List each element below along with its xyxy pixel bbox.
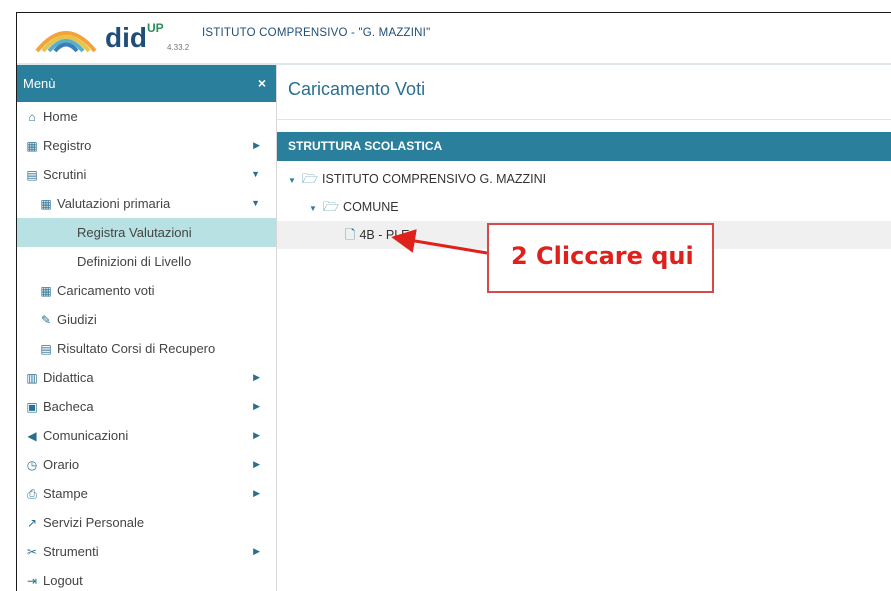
grid-icon: ▦	[40, 284, 52, 298]
sidebar-item-stampe[interactable]: ⎙ Stampe ▶	[17, 479, 276, 508]
chevron-right-icon: ▶	[253, 140, 260, 150]
sidebar-item-comunicazioni[interactable]: ◀ Comunicazioni ▶	[17, 421, 276, 450]
section-header: STRUTTURA SCOLASTICA	[277, 132, 891, 161]
logout-icon: ⇥	[26, 574, 38, 588]
sidebar-item-giudizi[interactable]: ✎ Giudizi	[17, 305, 276, 334]
home-icon: ⌂	[28, 110, 36, 124]
instruction-callout: 2 Cliccare qui	[487, 223, 714, 293]
page-title: Caricamento Voti	[288, 79, 426, 99]
sidebar-item-risultato-corsi[interactable]: ▤ Risultato Corsi di Recupero	[17, 334, 276, 363]
sidebar-item-strumenti[interactable]: ✂ Strumenti ▶	[17, 537, 276, 566]
clock-icon: ◷	[26, 458, 38, 472]
sidebar-item-registro[interactable]: ▦ Registro ▶	[17, 131, 276, 160]
document-icon: ▤	[26, 168, 38, 182]
sidebar-item-definizioni-livello[interactable]: Definizioni di Livello	[17, 247, 276, 276]
callout-text: 2 Cliccare qui	[511, 242, 694, 270]
app-frame: did UP 4.33.2 ISTITUTO COMPRENSIVO - "G.…	[16, 12, 891, 591]
calendar-icon: ▦	[26, 139, 38, 153]
sidebar-item-didattica[interactable]: ▥ Didattica ▶	[17, 363, 276, 392]
tree-node-root[interactable]: ▼ 🗁 ISTITUTO COMPRENSIVO G. MAZZINI	[288, 165, 546, 193]
board-icon: ▣	[26, 400, 38, 414]
sidebar-item-valutazioni-primaria[interactable]: ▦ Valutazioni primaria ▼	[17, 189, 276, 218]
tree-node-class-4b[interactable]: 🗋 4B - PLE	[345, 221, 409, 249]
edit-icon: ✎	[40, 313, 52, 327]
chevron-right-icon: ▶	[253, 459, 260, 469]
brand-name: did	[105, 22, 147, 53]
sidebar-item-caricamento-voti[interactable]: ▦ Caricamento voti	[17, 276, 276, 305]
menu-title: Menù	[23, 76, 56, 91]
megaphone-icon: ◀	[27, 429, 37, 443]
sidebar-item-bacheca[interactable]: ▣ Bacheca ▶	[17, 392, 276, 421]
menu-header: Menù ×	[17, 65, 276, 102]
share-icon: ↗	[26, 516, 38, 530]
sidebar-item-orario[interactable]: ◷ Orario ▶	[17, 450, 276, 479]
chevron-down-icon: ▼	[251, 198, 260, 208]
folder-open-icon: 🗁	[301, 171, 319, 186]
chevron-down-icon[interactable]: ▼	[288, 176, 296, 185]
title-divider	[277, 119, 891, 120]
tools-icon: ✂	[26, 545, 38, 559]
book-icon: ▥	[26, 371, 38, 385]
didup-logo-icon	[35, 31, 97, 53]
sidebar-item-scrutini[interactable]: ▤ Scrutini ▼	[17, 160, 276, 189]
chevron-down-icon: ▼	[251, 169, 260, 179]
school-name: ISTITUTO COMPRENSIVO - "G. MAZZINI"	[202, 27, 431, 39]
sidebar-menu: Menù × ⌂ Home ▦ Registro ▶ ▤ Scrutini ▼ ▦ Va…	[17, 65, 277, 591]
sidebar-item-registra-valutazioni[interactable]: Registra Valutazioni	[17, 218, 276, 247]
chevron-right-icon: ▶	[253, 430, 260, 440]
file-icon: 🗋	[345, 227, 356, 242]
brand-sup: UP	[147, 21, 164, 35]
tree-node-comune[interactable]: ▼ 🗁 COMUNE	[309, 193, 399, 221]
chevron-right-icon: ▶	[253, 401, 260, 411]
chevron-right-icon: ▶	[253, 488, 260, 498]
sidebar-item-logout[interactable]: ⇥ Logout	[17, 566, 276, 591]
chevron-right-icon: ▶	[253, 372, 260, 382]
chevron-down-icon[interactable]: ▼	[309, 204, 317, 213]
folder-open-icon: 🗁	[322, 199, 340, 214]
chevron-right-icon: ▶	[253, 546, 260, 556]
close-icon[interactable]: ×	[258, 65, 266, 102]
sidebar-item-home[interactable]: ⌂ Home	[17, 102, 276, 131]
app-header: did UP 4.33.2 ISTITUTO COMPRENSIVO - "G.…	[17, 13, 891, 65]
sidebar-item-servizi-personale[interactable]: ↗ Servizi Personale	[17, 508, 276, 537]
document-icon: ▤	[40, 342, 52, 356]
grid-icon: ▦	[40, 197, 52, 211]
main-content: Caricamento Voti STRUTTURA SCOLASTICA ▼ 🗁…	[277, 65, 891, 591]
printer-icon: ⎙	[27, 487, 37, 501]
app-version: 4.33.2	[167, 43, 190, 52]
